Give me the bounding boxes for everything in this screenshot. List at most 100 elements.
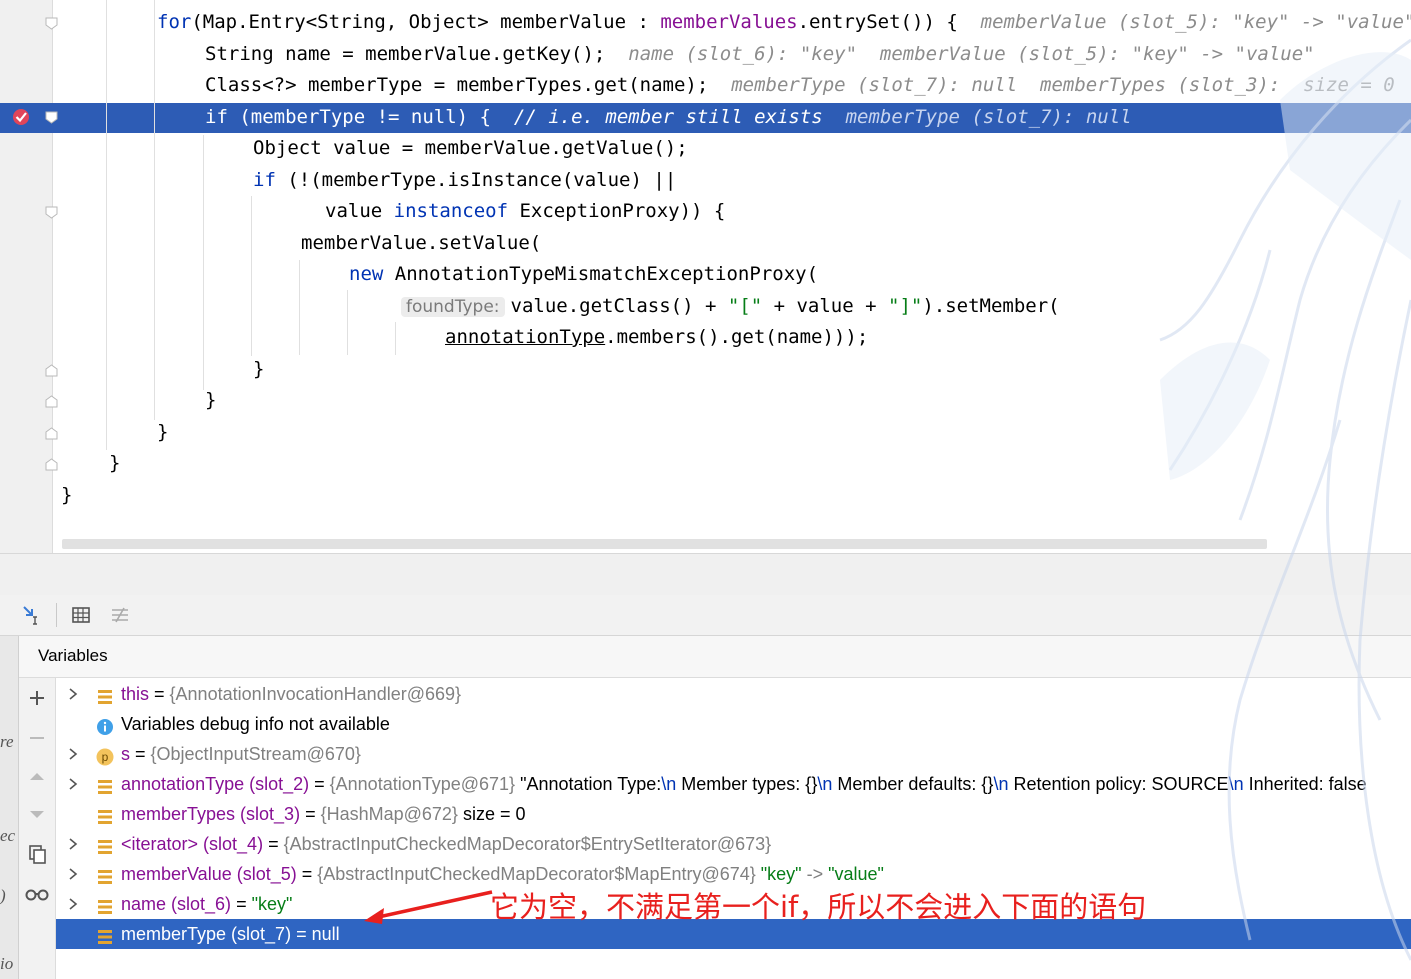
inline-debug-value: name (slot_6): "key" memberValue (slot_5…	[628, 43, 1315, 65]
code-token: Class<?> memberType = memberTypes.get(na…	[205, 74, 732, 96]
code-line-close-brace[interactable]: }	[61, 480, 72, 511]
fold-marker-icon[interactable]	[45, 206, 58, 219]
move-up-icon[interactable]	[25, 764, 49, 788]
chevron-right-icon[interactable]	[68, 889, 80, 919]
code-line-close-brace[interactable]: }	[205, 385, 216, 416]
frame-fragment[interactable]: ec	[0, 826, 15, 846]
breakpoint-icon[interactable]	[11, 107, 31, 127]
indent-guide	[251, 196, 252, 356]
variable-equals: =	[130, 744, 151, 764]
code-token: ).setMember(	[922, 295, 1060, 317]
fold-marker-icon[interactable]	[45, 111, 58, 124]
inline-debug-value: memberType (slot_7): null	[845, 106, 1132, 128]
variable-name: <iterator> (slot_4)	[121, 834, 264, 854]
code-token: "]"	[888, 295, 923, 317]
debugger-tab-bar	[0, 553, 1411, 596]
remove-watch-icon[interactable]	[25, 726, 49, 750]
fold-end-icon[interactable]	[45, 427, 58, 440]
code-token: }	[157, 421, 169, 443]
code-line-new-proxy[interactable]: new AnnotationTypeMismatchExceptionProxy…	[349, 259, 818, 290]
code-token: value	[325, 200, 394, 222]
code-line-if-current[interactable]: if (memberType != null) { // i.e. member…	[205, 102, 1132, 133]
code-token: for	[157, 11, 192, 33]
fold-end-icon[interactable]	[45, 364, 58, 377]
variable-name: memberType (slot_7)	[121, 924, 292, 944]
variable-row[interactable]: annotationType (slot_2) = {AnnotationTyp…	[56, 769, 1411, 799]
variable-equals: =	[309, 774, 330, 794]
code-token: String name = memberValue.getKey();	[205, 43, 629, 65]
code-line-close-brace[interactable]: }	[157, 417, 168, 448]
code-line-found-type[interactable]: foundType: value.getClass() + "[" + value…	[401, 291, 1060, 322]
code-line-if-instance[interactable]: if (!(memberType.isInstance(value) ||	[253, 165, 676, 196]
code-token: }	[61, 484, 73, 506]
code-line-close-brace[interactable]: }	[109, 448, 120, 479]
variable-value: {AnnotationType@671}	[329, 774, 516, 794]
code-token: if	[205, 106, 228, 128]
code-comment: // i.e. member still exists	[513, 106, 846, 128]
indent-guide	[347, 290, 348, 355]
variables-panel-header: Variables	[18, 636, 1411, 678]
debugger-toolbar	[0, 595, 1411, 636]
field-icon	[96, 775, 114, 794]
code-token: }	[253, 358, 265, 380]
variable-value: {AbstractInputCheckedMapDecorator$EntryS…	[283, 834, 772, 854]
field-icon	[96, 835, 114, 854]
chevron-right-icon[interactable]	[68, 679, 80, 709]
code-token: .members().get(name)));	[605, 326, 869, 348]
fold-marker-icon[interactable]	[45, 17, 58, 30]
variable-row[interactable]: <iterator> (slot_4) = {AbstractInputChec…	[56, 829, 1411, 859]
code-line-member-type[interactable]: Class<?> memberType = memberTypes.get(na…	[205, 70, 1395, 101]
variable-row[interactable]: this = {AnnotationInvocationHandler@669}	[56, 679, 1411, 709]
trace-stream-icon[interactable]	[108, 603, 132, 627]
code-line-for-loop[interactable]: for(Map.Entry<String, Object> memberValu…	[157, 7, 1411, 38]
frame-fragment[interactable]: )	[0, 886, 6, 906]
frame-fragment[interactable]: re	[0, 732, 14, 752]
variable-detail: Member defaults: {}	[832, 774, 994, 794]
frame-fragment[interactable]: io	[0, 954, 13, 974]
code-token: ExceptionProxy)) {	[508, 200, 726, 222]
code-line-close-brace[interactable]: }	[253, 354, 264, 385]
chevron-right-icon[interactable]	[68, 739, 80, 769]
variables-tree[interactable]: this = {AnnotationInvocationHandler@669}…	[56, 678, 1411, 979]
variable-row[interactable]: Variables debug info not available	[56, 709, 1411, 739]
fold-end-icon[interactable]	[45, 458, 58, 471]
variable-value: {HashMap@672}	[320, 804, 458, 824]
fold-end-icon[interactable]	[45, 395, 58, 408]
code-token: AnnotationTypeMismatchExceptionProxy(	[383, 263, 819, 285]
info-icon	[96, 715, 114, 735]
frames-panel-edge[interactable]: re ec ) io	[0, 636, 19, 979]
code-line-instanceof[interactable]: value instanceof ExceptionProxy)) {	[325, 196, 725, 227]
chevron-right-icon[interactable]	[68, 769, 80, 799]
variable-row[interactable]: memberTypes (slot_3) = {HashMap@672} siz…	[56, 799, 1411, 829]
code-token: annotationType	[445, 326, 606, 348]
variable-detail: \n	[993, 774, 1009, 794]
field-icon	[96, 865, 114, 884]
code-token: value.getClass() +	[510, 295, 728, 317]
variable-detail: null	[311, 924, 340, 944]
field-icon	[96, 805, 114, 824]
chevron-right-icon[interactable]	[68, 859, 80, 889]
add-watch-icon[interactable]	[25, 686, 49, 710]
code-line-set-member[interactable]: annotationType.members().get(name)));	[445, 322, 868, 353]
variable-equals: =	[263, 834, 284, 854]
evaluate-table-icon[interactable]	[69, 603, 93, 627]
move-down-icon[interactable]	[25, 802, 49, 826]
step-into-cursor-icon[interactable]	[20, 603, 44, 627]
watches-glasses-icon[interactable]	[25, 882, 49, 906]
code-line-get-value[interactable]: Object value = memberValue.getValue();	[253, 133, 688, 164]
code-token: new	[349, 263, 384, 285]
code-token: + value +	[762, 295, 889, 317]
code-editor[interactable]: for(Map.Entry<String, Object> memberValu…	[0, 0, 1411, 553]
variable-detail: size = 0	[457, 804, 526, 824]
variable-detail: Retention policy: SOURCE	[1008, 774, 1229, 794]
variable-detail: \n	[661, 774, 677, 794]
horizontal-scrollbar[interactable]	[62, 539, 1267, 549]
variable-name: memberValue (slot_5)	[121, 864, 297, 884]
code-line-set-value[interactable]: memberValue.setValue(	[301, 228, 541, 259]
code-line-get-key[interactable]: String name = memberValue.getKey(); name…	[205, 39, 1315, 70]
variable-row[interactable]: ps = {ObjectInputStream@670}	[56, 739, 1411, 769]
chevron-right-icon[interactable]	[68, 829, 80, 859]
copy-icon[interactable]	[25, 842, 49, 866]
annotation-note: 它为空，不满足第一个if，所以不会进入下面的语句	[490, 890, 1147, 924]
code-token: }	[205, 389, 217, 411]
